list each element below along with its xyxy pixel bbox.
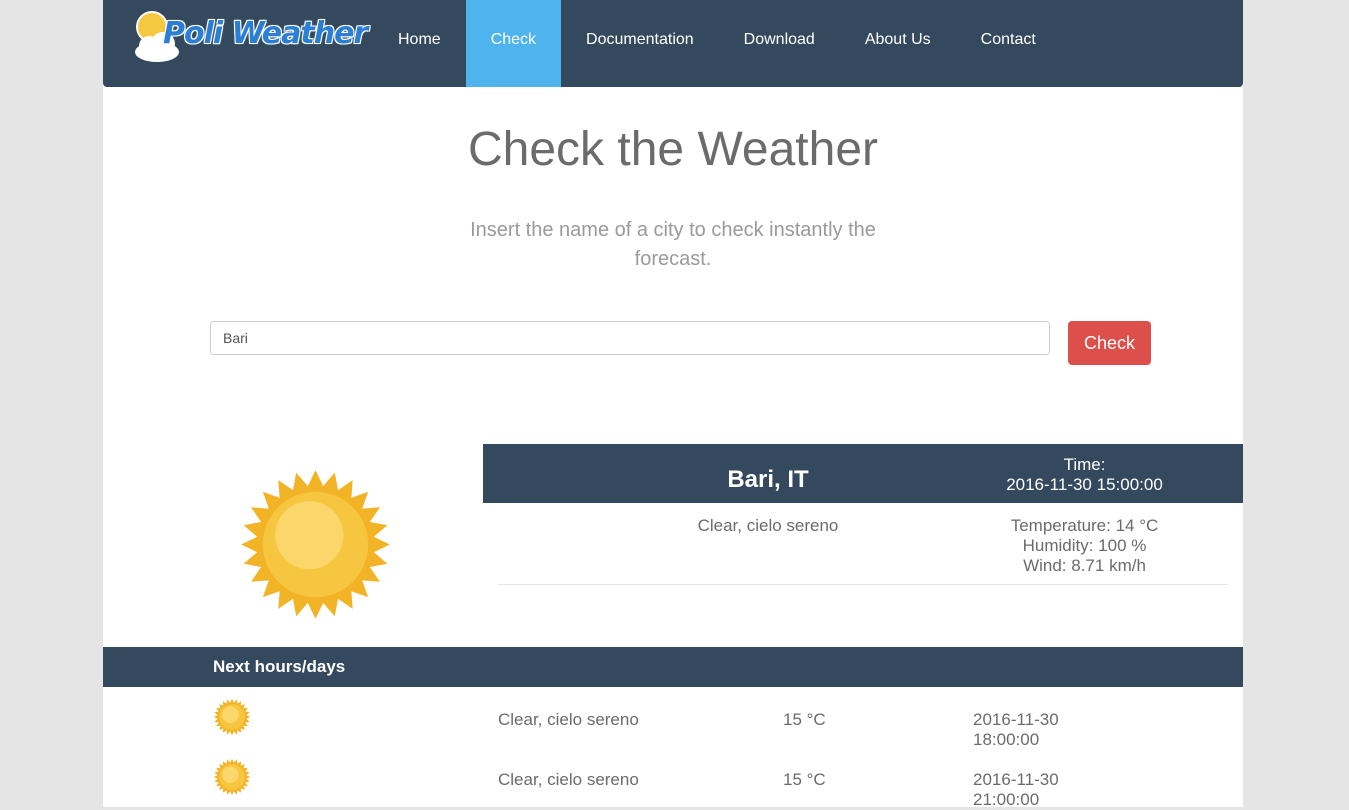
- page: Poli Weather Home Check Documentation Do…: [103, 0, 1243, 810]
- forecast-time: 21:00:00: [973, 790, 1040, 809]
- check-button[interactable]: Check: [1068, 321, 1151, 365]
- navbar: Poli Weather Home Check Documentation Do…: [103, 0, 1243, 87]
- forecast-description: Clear, cielo sereno: [498, 710, 639, 729]
- forecast-datetime: 2016-11-30 18:00:00: [973, 710, 1059, 750]
- sun-icon: [213, 698, 251, 736]
- forecast-title: Next hours/days: [213, 657, 346, 676]
- time-value: 2016-11-30 15:00:00: [1006, 475, 1163, 494]
- nav-check[interactable]: Check: [465, 0, 562, 87]
- humidity-value: Humidity: 100 %: [1022, 536, 1147, 555]
- nav-download[interactable]: Download: [719, 0, 840, 87]
- current-time: Time: 2016-11-30 15:00:00: [973, 455, 1196, 495]
- wind-value: Wind: 8.71 km/h: [1023, 556, 1146, 575]
- divider: [498, 584, 1228, 585]
- nav-home[interactable]: Home: [373, 0, 466, 87]
- temperature-value: Temperature: 14 °C: [1010, 516, 1159, 535]
- time-label: Time:: [1063, 455, 1106, 474]
- main-nav: Home Check Documentation Download About …: [373, 0, 1061, 87]
- forecast-row: Clear, cielo sereno 15 °C 2016-11-30 21:…: [103, 748, 1243, 810]
- brand-logo[interactable]: Poli Weather: [133, 10, 368, 66]
- forecast-temperature: 15 °C: [783, 710, 826, 729]
- current-weather-header: Bari, IT Time: 2016-11-30 15:00:00: [483, 444, 1243, 503]
- forecast-description: Clear, cielo sereno: [498, 770, 639, 789]
- forecast-header: Next hours/days: [103, 647, 1243, 687]
- forecast-temperature: 15 °C: [783, 770, 826, 789]
- city-search-input[interactable]: [210, 321, 1050, 355]
- brand-name: Poli Weather: [163, 16, 368, 51]
- forecast-time: 18:00:00: [973, 730, 1040, 749]
- nav-contact[interactable]: Contact: [956, 0, 1061, 87]
- page-title: Check the Weather: [468, 123, 878, 176]
- sun-icon: [213, 758, 251, 796]
- nav-documentation[interactable]: Documentation: [561, 0, 719, 87]
- nav-about-us[interactable]: About Us: [840, 0, 956, 87]
- page-subtitle: Insert the name of a city to check insta…: [470, 219, 876, 270]
- current-description: Clear, cielo sereno: [697, 516, 839, 535]
- city-name: Bari, IT: [727, 466, 809, 493]
- forecast-datetime: 2016-11-30 21:00:00: [973, 770, 1059, 810]
- forecast-row: Clear, cielo sereno 15 °C 2016-11-30 18:…: [103, 688, 1243, 750]
- sun-icon: [241, 470, 390, 619]
- forecast-date: 2016-11-30: [973, 710, 1059, 729]
- current-stats: Temperature: 14 °C Humidity: 100 % Wind:…: [973, 516, 1196, 576]
- forecast-date: 2016-11-30: [973, 770, 1059, 789]
